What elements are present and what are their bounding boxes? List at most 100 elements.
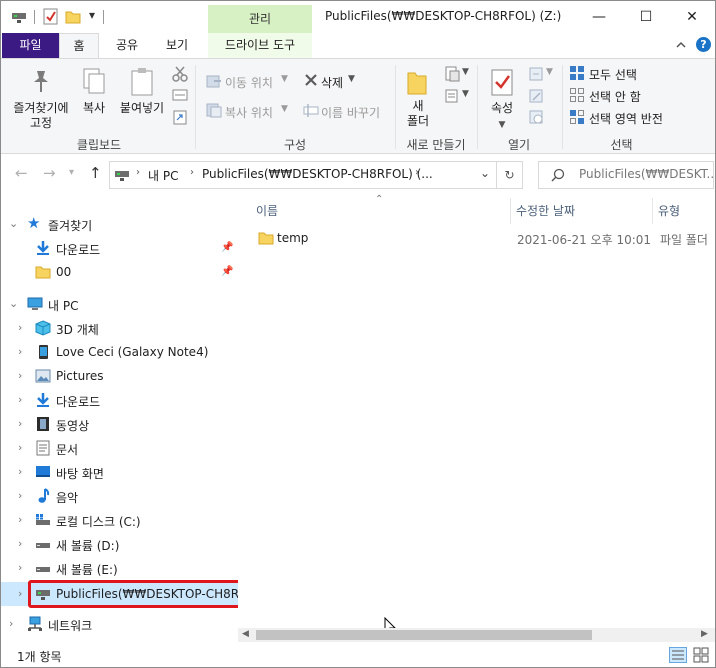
collapsed-chevron-icon[interactable]: › <box>18 321 22 334</box>
collapsed-chevron-icon[interactable]: › <box>18 393 22 406</box>
recent-locations-icon[interactable]: ▾ <box>69 167 74 178</box>
copy-to-dropdown-icon[interactable]: ▼ <box>281 104 288 114</box>
paste-shortcut-icon[interactable] <box>172 109 188 125</box>
rename-button[interactable]: 이름 바꾸기 <box>321 104 380 121</box>
properties-button[interactable]: 속성 ▼ <box>482 67 522 133</box>
breadcrumb-this-pc[interactable]: 내 PC <box>148 167 178 184</box>
properties-quick-icon[interactable] <box>43 8 59 25</box>
refresh-button[interactable]: ↻ <box>496 161 523 189</box>
tree-item-phone[interactable]: › Love Ceci (Galaxy Note4) <box>1 340 238 364</box>
maximize-button[interactable]: ☐ <box>623 1 669 33</box>
history-icon[interactable] <box>528 109 544 125</box>
open-dropdown-icon[interactable]: ▼ <box>546 67 553 77</box>
collapsed-chevron-icon[interactable]: › <box>18 465 22 478</box>
column-header-name[interactable]: 이름 <box>256 202 278 219</box>
up-button[interactable]: ↑ <box>89 164 102 182</box>
collapsed-chevron-icon[interactable]: › <box>18 513 22 526</box>
tree-item-desktop[interactable]: › 바탕 화면 <box>1 460 238 484</box>
quick-access-dropdown-icon[interactable]: ▾ <box>89 8 95 22</box>
delete-button[interactable]: 삭제 <box>321 74 343 91</box>
tree-label: 다운로드 <box>56 243 101 257</box>
horizontal-scrollbar[interactable]: ◀ ▶ <box>238 628 715 642</box>
open-icon[interactable] <box>528 66 544 82</box>
back-button[interactable]: ← <box>15 164 28 182</box>
tree-item-favorites[interactable]: ⌄ ★ 즐겨찾기 <box>1 212 238 236</box>
context-tab-manage[interactable]: 관리 <box>208 5 312 33</box>
tree-label: 새 볼륨 (E:) <box>56 563 118 577</box>
scroll-left-icon[interactable]: ◀ <box>242 629 249 639</box>
tree-item-volume-e[interactable]: › 새 볼륨 (E:) <box>1 556 238 580</box>
delete-dropdown-icon[interactable]: ▼ <box>348 74 355 84</box>
collapsed-chevron-icon[interactable]: › <box>18 537 22 550</box>
collapsed-chevron-icon[interactable]: › <box>18 417 22 430</box>
minimize-button[interactable]: — <box>576 1 622 33</box>
collapsed-chevron-icon[interactable]: › <box>18 345 22 358</box>
tab-view[interactable]: 보기 <box>157 33 197 58</box>
scrollbar-thumb[interactable] <box>256 630 592 640</box>
collapsed-chevron-icon[interactable]: › <box>18 441 22 454</box>
column-header-modified[interactable]: 수정한 날짜 <box>516 202 575 219</box>
new-folder-button[interactable]: 새 폴더 <box>399 67 437 129</box>
tab-drive-tools[interactable]: 드라이브 도구 <box>208 33 312 58</box>
collapsed-chevron-icon[interactable]: › <box>9 617 13 630</box>
tree-item-downloads[interactable]: › 다운로드 <box>1 388 238 412</box>
breadcrumb-public-files[interactable]: PublicFiles(₩₩DESKTOP-CH8RFOL) (... <box>202 167 433 181</box>
tree-item-pictures[interactable]: › Pictures <box>1 364 238 388</box>
column-header-type[interactable]: 유형 <box>658 202 680 219</box>
column-divider[interactable] <box>652 198 653 224</box>
pin-to-quick-access-button[interactable]: 즐겨찾기에 고정 <box>5 67 77 131</box>
tree-item-folder-00[interactable]: 00 📌 <box>1 260 238 284</box>
drive-icon[interactable] <box>11 9 27 25</box>
select-none-button[interactable]: 선택 안 함 <box>589 88 641 105</box>
easy-access-dropdown-icon[interactable]: ▼ <box>462 89 469 99</box>
tab-home[interactable]: 홈 <box>59 33 99 59</box>
refresh-icon: ↻ <box>504 168 515 182</box>
tree-item-local-disk-c[interactable]: › 로컬 디스크 (C:) <box>1 508 238 532</box>
easy-access-icon[interactable] <box>444 88 460 104</box>
cut-icon[interactable] <box>172 66 188 82</box>
tree-item-music[interactable]: › 음악 <box>1 484 238 508</box>
large-icons-view-icon[interactable] <box>693 647 709 663</box>
move-to-button[interactable]: 이동 위치 <box>225 74 273 91</box>
new-item-dropdown-icon[interactable]: ▼ <box>462 67 469 77</box>
tree-item-this-pc[interactable]: ⌄ 내 PC <box>1 292 238 316</box>
collapsed-chevron-icon[interactable]: › <box>18 369 22 382</box>
collapsed-chevron-icon[interactable]: › <box>18 489 22 502</box>
tree-item-downloads-favorite[interactable]: 다운로드 📌 <box>1 236 238 260</box>
paste-button[interactable]: 붙여넣기 <box>117 67 167 116</box>
help-icon[interactable]: ? <box>696 37 711 52</box>
new-item-icon[interactable] <box>444 66 460 82</box>
table-row[interactable]: temp 2021-06-21 오후 10:01 파일 폴더 <box>250 226 715 250</box>
forward-button[interactable]: → <box>43 164 56 182</box>
address-bar[interactable]: › 내 PC › PublicFiles(₩₩DESKTOP-CH8RFOL) … <box>109 161 497 189</box>
expanded-chevron-icon[interactable]: ⌄ <box>9 217 18 230</box>
copy-to-button[interactable]: 복사 위치 <box>225 104 273 121</box>
folder-icon <box>35 266 51 279</box>
copy-button[interactable]: 복사 <box>77 67 111 116</box>
tree-item-network[interactable]: › 네트워크 <box>1 612 238 636</box>
search-box[interactable]: PublicFiles(₩₩DESKT... <box>538 161 715 189</box>
tree-item-documents[interactable]: › 문서 <box>1 436 238 460</box>
tree-item-videos[interactable]: › 동영상 <box>1 412 238 436</box>
delete-icon <box>305 74 317 86</box>
scroll-right-icon[interactable]: ▶ <box>701 629 708 639</box>
move-to-dropdown-icon[interactable]: ▼ <box>281 74 288 84</box>
new-folder-quick-icon[interactable] <box>65 9 81 24</box>
tree-label: 새 볼륨 (D:) <box>56 539 120 553</box>
select-all-button[interactable]: 모두 선택 <box>589 66 637 83</box>
column-divider[interactable] <box>510 198 511 224</box>
tree-item-3d-objects[interactable]: › 3D 개체 <box>1 316 238 340</box>
close-button[interactable]: ✕ <box>669 1 715 33</box>
address-history-dropdown-icon[interactable]: ⌄ <box>480 166 490 180</box>
details-view-icon[interactable] <box>669 647 687 663</box>
edit-icon[interactable] <box>528 88 544 104</box>
tab-share[interactable]: 공유 <box>107 33 147 58</box>
tab-file[interactable]: 파일 <box>2 33 59 58</box>
copy-path-icon[interactable] <box>172 88 188 102</box>
collapsed-chevron-icon[interactable]: › <box>18 587 22 600</box>
invert-selection-button[interactable]: 선택 영역 반전 <box>589 110 663 127</box>
ribbon-collapse-icon[interactable] <box>675 39 687 51</box>
expanded-chevron-icon[interactable]: ⌄ <box>9 297 18 310</box>
tree-item-volume-d[interactable]: › 새 볼륨 (D:) <box>1 532 238 556</box>
collapsed-chevron-icon[interactable]: › <box>18 561 22 574</box>
